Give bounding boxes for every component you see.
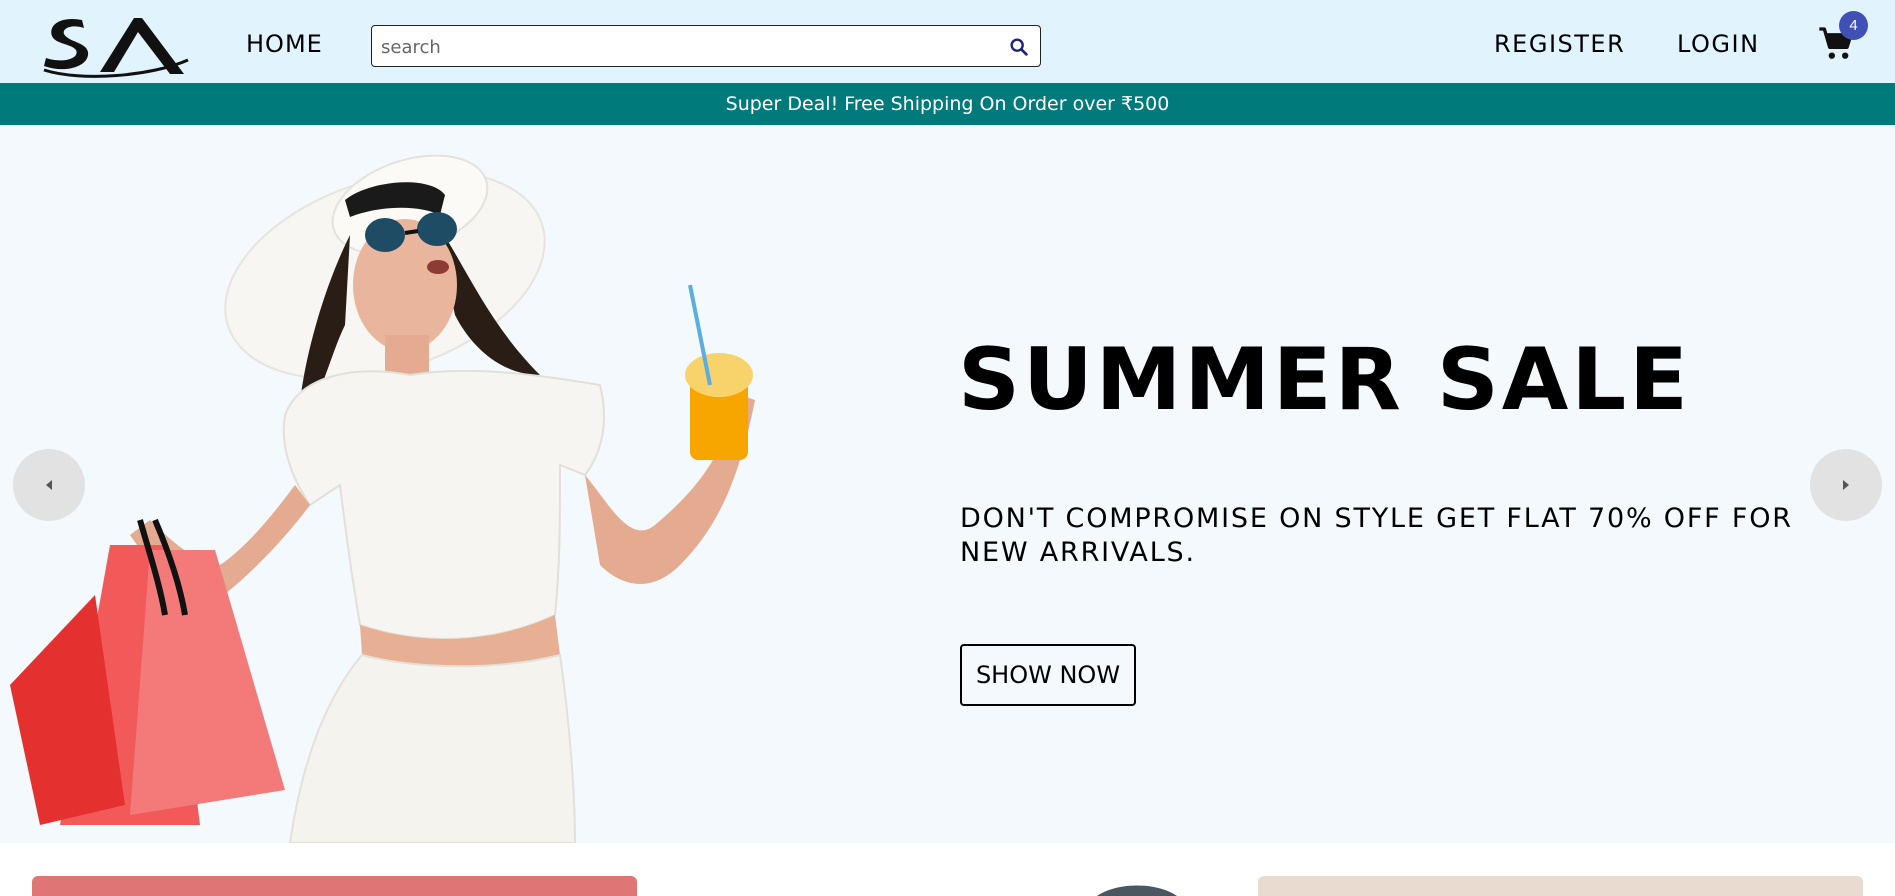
nav-register-link[interactable]: REGISTER: [1494, 30, 1625, 58]
hero-title: SUMMER SALE: [958, 330, 1691, 430]
search-input[interactable]: [381, 34, 981, 60]
announcement-bar: Super Deal! Free Shipping On Order over …: [0, 83, 1895, 125]
cart-count-badge: 4: [1839, 11, 1868, 40]
arrow-left-icon: [46, 480, 52, 490]
hero-description: DON'T COMPROMISE ON STYLE GET FLAT 70% O…: [960, 503, 1793, 568]
slider-prev-button[interactable]: [13, 449, 85, 521]
hero-model-image: [10, 154, 755, 843]
show-now-button[interactable]: SHOW NOW: [960, 644, 1136, 706]
hero-slider: SUMMER SALE DON'T COMPROMISE ON STYLE GE…: [0, 125, 1895, 843]
search-icon[interactable]: [1008, 36, 1030, 58]
nav-login-link[interactable]: LOGIN: [1677, 30, 1760, 58]
category-card[interactable]: [32, 876, 637, 896]
category-card[interactable]: [1087, 882, 1187, 896]
search-bar: [371, 25, 1041, 67]
nav-home-link[interactable]: HOME: [246, 30, 323, 58]
slider-next-button[interactable]: [1810, 449, 1882, 521]
navbar: HOME REGISTER LOGIN 4: [0, 0, 1895, 83]
category-card[interactable]: [1258, 876, 1863, 896]
logo[interactable]: [42, 12, 190, 78]
arrow-right-icon: [1843, 480, 1849, 490]
